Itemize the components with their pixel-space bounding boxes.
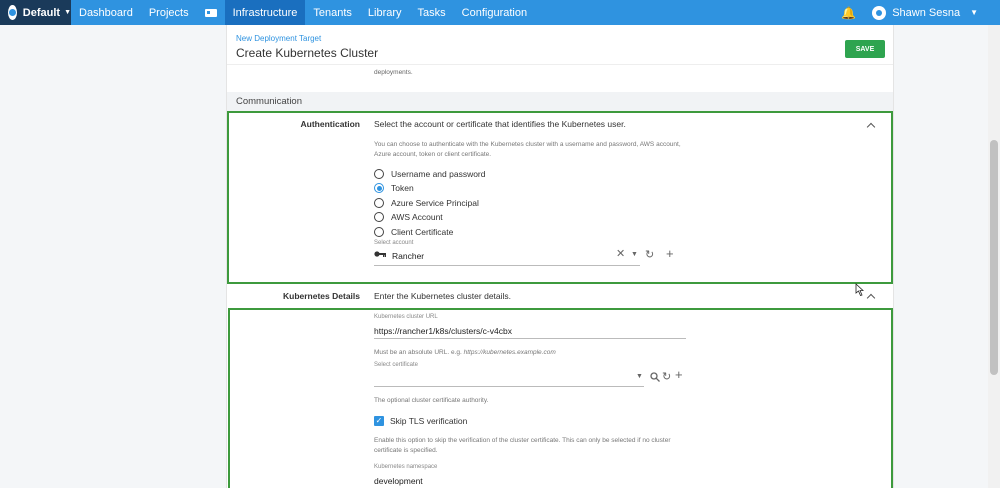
skip-tls-checkbox[interactable]: ✓ bbox=[374, 416, 384, 426]
select-certificate-help: The optional cluster certificate authori… bbox=[374, 397, 489, 404]
cluster-url-input[interactable]: https://rancher1/k8s/clusters/c-v4cbx bbox=[374, 326, 512, 336]
nav-configuration[interactable]: Configuration bbox=[454, 0, 535, 25]
radio-username-password[interactable]: Username and password bbox=[374, 169, 486, 179]
radio-unchecked-icon[interactable] bbox=[374, 212, 384, 222]
search-icon[interactable] bbox=[650, 372, 660, 382]
radio-label: Client Certificate bbox=[391, 227, 454, 237]
bell-icon[interactable]: 🔔 bbox=[841, 6, 856, 20]
cluster-url-underline bbox=[374, 338, 686, 339]
section-band bbox=[227, 92, 893, 111]
kubernetes-details-highlight-box bbox=[228, 308, 893, 488]
nav-tasks[interactable]: Tasks bbox=[410, 0, 454, 25]
kubernetes-details-label: Kubernetes Details bbox=[283, 291, 360, 301]
nav-right: 🔔 Shawn Sesna ▼ bbox=[841, 0, 1000, 25]
header-divider bbox=[227, 64, 893, 65]
authentication-summary[interactable]: Select the account or certificate that i… bbox=[374, 119, 626, 129]
avatar[interactable] bbox=[872, 5, 887, 20]
dropdown-arrow-icon[interactable]: ▼ bbox=[631, 250, 638, 260]
authentication-label: Authentication bbox=[300, 119, 361, 129]
caret-down-icon: ▼ bbox=[64, 9, 71, 16]
user-name[interactable]: Shawn Sesna bbox=[892, 7, 960, 19]
page-title: Create Kubernetes Cluster bbox=[236, 46, 379, 60]
cluster-url-help-prefix: Must be an absolute URL. e.g. bbox=[374, 349, 462, 356]
scrollbar-thumb[interactable] bbox=[990, 140, 998, 375]
key-icon bbox=[374, 251, 386, 257]
cluster-url-help-example: https://kubernetes.example.com bbox=[463, 349, 556, 356]
select-account-underline bbox=[374, 265, 640, 266]
octopus-logo-icon bbox=[8, 5, 17, 20]
breadcrumb[interactable]: New Deployment Target bbox=[236, 34, 321, 43]
skip-tls-help-line-2: certificate is specified. bbox=[374, 447, 438, 454]
radio-aws-account[interactable]: AWS Account bbox=[374, 212, 443, 222]
clear-icon[interactable]: ✕ bbox=[616, 249, 625, 260]
refresh-icon[interactable]: ↻ bbox=[645, 250, 654, 261]
radio-token[interactable]: Token bbox=[374, 183, 414, 193]
authentication-help-line-1: You can choose to authenticate with the … bbox=[374, 141, 681, 148]
namespace-label: Kubernetes namespace bbox=[374, 464, 438, 470]
radio-label: Username and password bbox=[391, 169, 486, 179]
radio-label: AWS Account bbox=[391, 212, 443, 222]
radio-unchecked-icon[interactable] bbox=[374, 227, 384, 237]
section-title-communication: Communication bbox=[236, 96, 302, 107]
skip-tls-help-line-1: Enable this option to skip the verificat… bbox=[374, 437, 671, 444]
space-name: Default bbox=[22, 6, 61, 19]
nav-library[interactable]: Library bbox=[360, 0, 410, 25]
radio-client-certificate[interactable]: Client Certificate bbox=[374, 227, 453, 237]
namespace-input[interactable]: development bbox=[374, 476, 423, 486]
radio-label: Azure Service Principal bbox=[391, 198, 479, 208]
add-icon[interactable]: + bbox=[675, 368, 683, 381]
radio-label: Token bbox=[391, 183, 414, 193]
add-icon[interactable]: + bbox=[666, 247, 674, 260]
user-menu-caret-icon[interactable]: ▼ bbox=[970, 8, 978, 17]
radio-checked-icon[interactable] bbox=[374, 183, 384, 193]
nav-dashboard[interactable]: Dashboard bbox=[71, 0, 141, 25]
machine-card-icon bbox=[204, 8, 217, 17]
select-certificate-label: Select certificate bbox=[374, 362, 419, 368]
space-switcher[interactable]: Default ▼ bbox=[0, 0, 71, 25]
page-scrollbar[interactable] bbox=[988, 25, 1000, 488]
select-certificate-underline bbox=[374, 386, 644, 387]
kubernetes-details-summary[interactable]: Enter the Kubernetes cluster details. bbox=[374, 291, 511, 301]
save-button[interactable]: SAVE bbox=[845, 40, 885, 58]
nav-projects[interactable]: Projects bbox=[141, 0, 197, 25]
authentication-highlight-box bbox=[227, 111, 893, 284]
radio-unchecked-icon[interactable] bbox=[374, 198, 384, 208]
cluster-url-label: Kubernetes cluster URL bbox=[374, 314, 438, 320]
nav-machines-icon-button[interactable] bbox=[197, 0, 225, 25]
nav-infrastructure[interactable]: Infrastructure bbox=[224, 0, 306, 25]
radio-unchecked-icon[interactable] bbox=[374, 169, 384, 179]
top-nav: Default ▼ Dashboard Projects Infrastruct… bbox=[0, 0, 1000, 25]
select-account-value[interactable]: Rancher bbox=[392, 251, 424, 261]
cluster-url-help: Must be an absolute URL. e.g. https://ku… bbox=[374, 348, 556, 358]
refresh-icon[interactable]: ↻ bbox=[662, 372, 671, 383]
authentication-help-line-2: Azure account, token or client certifica… bbox=[374, 151, 492, 158]
select-account-label: Select account bbox=[374, 240, 414, 246]
skip-tls-label[interactable]: Skip TLS verification bbox=[390, 416, 467, 426]
radio-azure-service-principal[interactable]: Azure Service Principal bbox=[374, 198, 479, 208]
dropdown-arrow-icon[interactable]: ▼ bbox=[636, 372, 643, 382]
nav-tenants[interactable]: Tenants bbox=[305, 0, 360, 25]
previous-help-snippet: deployments. bbox=[374, 69, 413, 76]
mouse-pointer-icon bbox=[855, 283, 865, 296]
